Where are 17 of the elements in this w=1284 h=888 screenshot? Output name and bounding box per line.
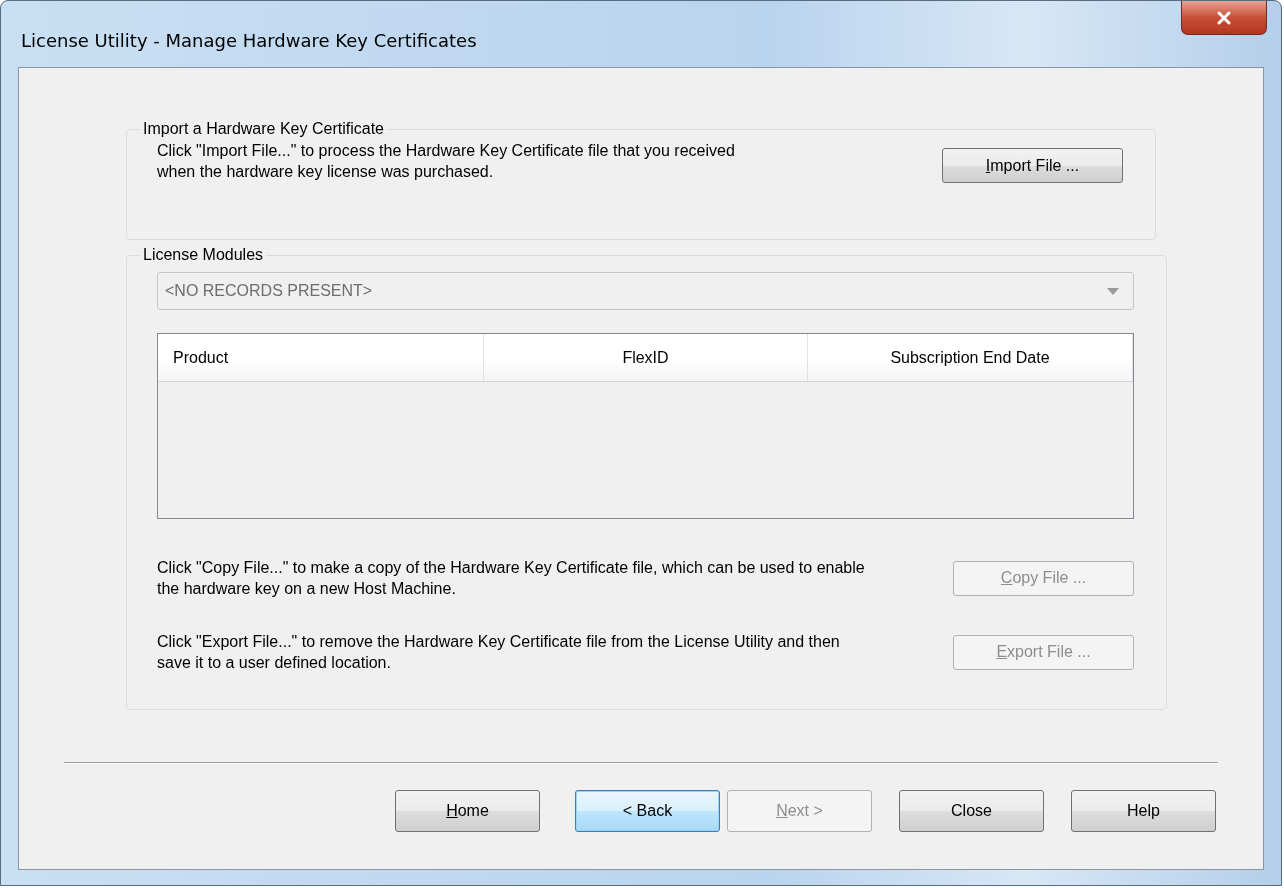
caret-icon	[1107, 287, 1119, 295]
close-icon	[1216, 10, 1232, 25]
window-title: License Utility - Manage Hardware Key Certificates	[21, 29, 477, 51]
footer-button[interactable]: < Back	[575, 790, 720, 832]
column-header[interactable]: Subscription End Date	[808, 334, 1133, 381]
column-header[interactable]: Product	[158, 334, 484, 381]
footer-button[interactable]: Help	[1071, 790, 1216, 832]
import-file-button[interactable]: Import File ...	[942, 148, 1123, 183]
footer-button[interactable]: Home	[395, 790, 540, 832]
group-title: Import a Hardware Key Certificate	[142, 120, 385, 138]
close-button[interactable]	[1181, 1, 1267, 35]
description-text: Click "Copy File..." to make a copy of the Hardware Key Certificate file, which can be used to enable the hardware key on a new Host Machine.	[157, 558, 866, 599]
footer-button[interactable]: Close	[899, 790, 1044, 832]
column-header[interactable]: FlexID	[484, 334, 808, 381]
description-text: Click "Export File..." to remove the Hardware Key Certificate file from the License Utility and then save it to a user defined location.	[157, 632, 841, 673]
description-text: Click "Import File..." to process the Hardware Key Certificate file that you received when the hardware key license was purchased.	[157, 140, 736, 182]
group-title: License Modules	[142, 246, 265, 264]
